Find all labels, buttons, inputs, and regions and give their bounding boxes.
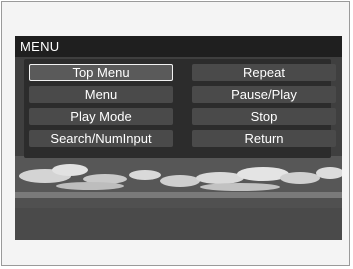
- menu-button[interactable]: Menu: [29, 86, 173, 103]
- menu-panel: Top Menu Menu Play Mode Search/NumInput …: [24, 59, 336, 158]
- menu-title: MENU: [15, 36, 342, 57]
- stop-button[interactable]: Stop: [192, 108, 336, 125]
- play-mode-button[interactable]: Play Mode: [29, 108, 173, 125]
- search-numinput-button[interactable]: Search/NumInput: [29, 130, 173, 147]
- pause-play-button[interactable]: Pause/Play: [192, 86, 336, 103]
- return-button[interactable]: Return: [192, 130, 336, 147]
- repeat-button[interactable]: Repeat: [192, 64, 336, 81]
- figure-frame: MENU Top Menu Menu Play Mode Search/NumI…: [1, 1, 350, 266]
- top-menu-button[interactable]: Top Menu: [29, 64, 173, 81]
- display-screen: MENU Top Menu Menu Play Mode Search/NumI…: [15, 36, 342, 240]
